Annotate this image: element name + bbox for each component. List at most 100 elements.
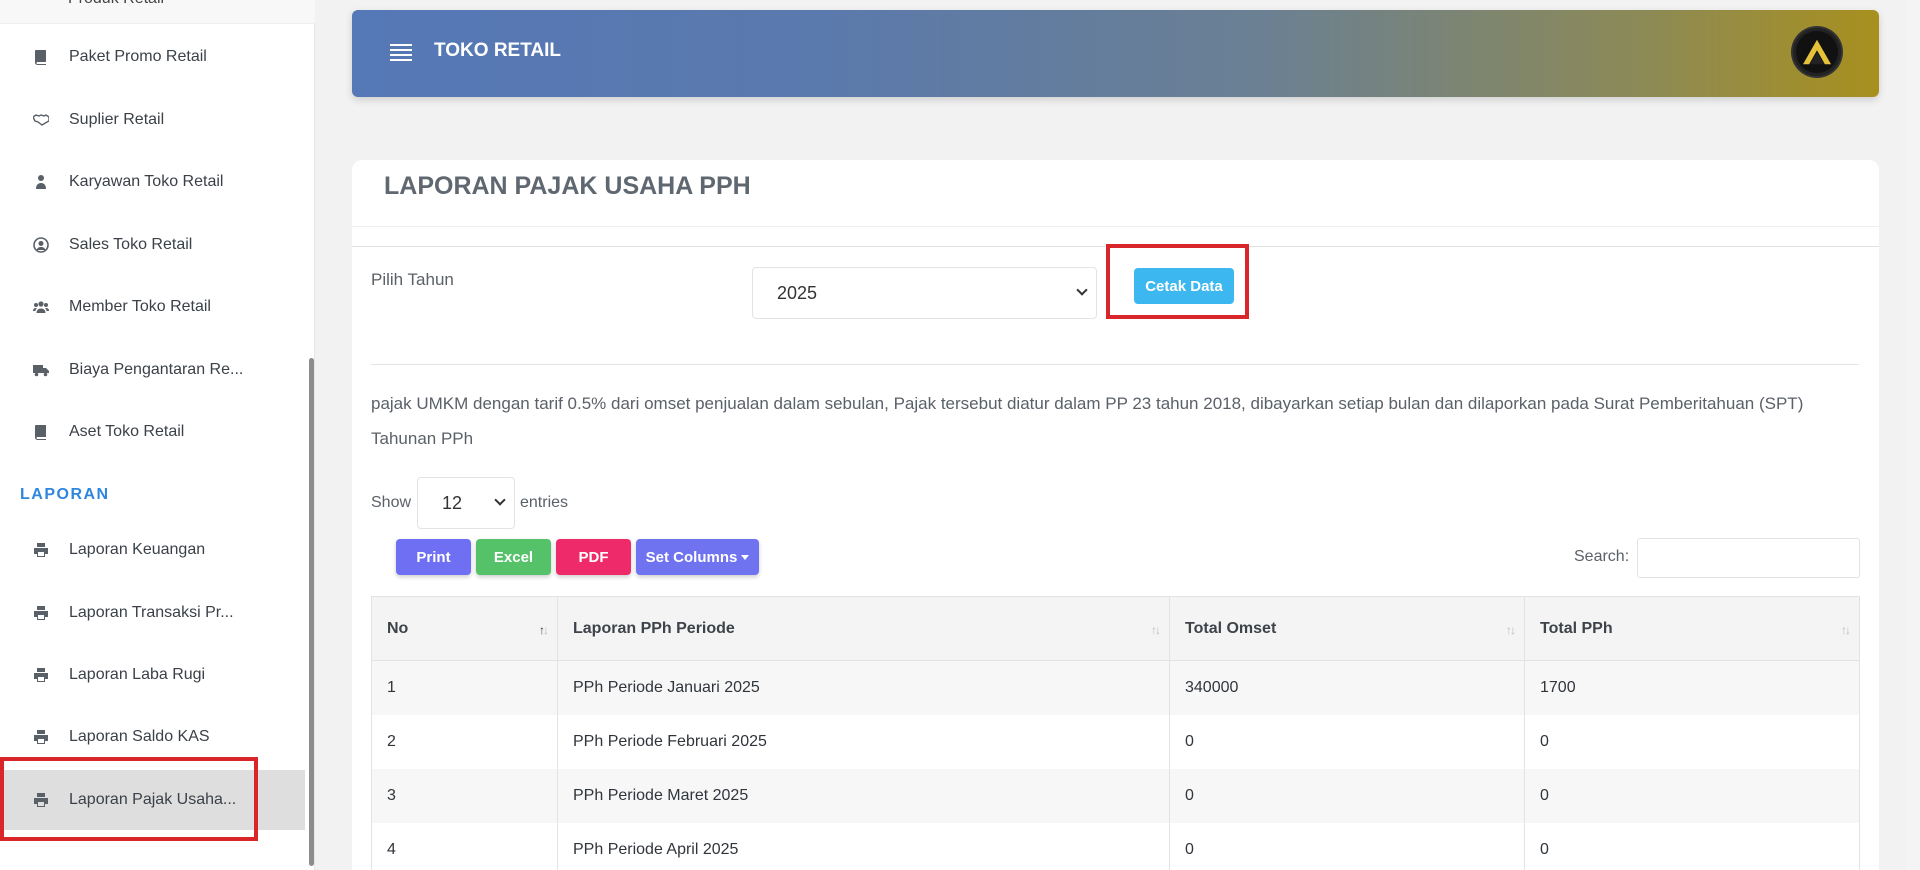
cell-total-pph: 0: [1524, 768, 1860, 823]
cell-periode: PPh Periode April 2025: [557, 822, 1170, 870]
pph-table: No ↑↓ Laporan PPh Periode ↑↓ Total Omset ↑↓…: [371, 596, 1860, 870]
sidebar-item-produk-retail[interactable]: Produk Retail: [0, 0, 315, 24]
cell-periode: PPh Periode Maret 2025: [557, 768, 1170, 823]
print-icon: [32, 541, 50, 559]
users-icon: [32, 298, 50, 316]
divider: [352, 246, 1879, 247]
sidebar-item-label: Aset Toko Retail: [69, 423, 185, 440]
column-header-total-pph[interactable]: Total PPh ↑↓: [1524, 596, 1860, 661]
year-select[interactable]: 2025: [752, 267, 1097, 319]
print-icon: [32, 666, 50, 684]
sidebar-item-biaya-pengantaran[interactable]: Biaya Pengantaran Re...: [0, 340, 305, 400]
column-header-label: Total Omset: [1185, 619, 1277, 637]
sort-icon: ↑↓: [1841, 623, 1851, 637]
user-circle-icon: [32, 236, 50, 254]
sort-asc-icon: ↑↓: [539, 623, 549, 637]
sidebar-item-label: Sales Toko Retail: [69, 236, 193, 253]
cell-total-pph: 0: [1524, 714, 1860, 769]
cell-total-omset: 340000: [1169, 660, 1525, 715]
sidebar-item-sales[interactable]: Sales Toko Retail: [0, 215, 305, 275]
sidebar: Produk Retail Paket Promo Retail Suplier…: [0, 0, 315, 870]
cell-no: 1: [371, 660, 558, 715]
divider: [352, 226, 1879, 227]
avatar[interactable]: [1793, 28, 1841, 76]
sidebar-item-laporan-pajak-usaha[interactable]: Laporan Pajak Usaha...: [0, 770, 305, 830]
cetak-data-button[interactable]: Cetak Data: [1134, 268, 1234, 304]
sidebar-scrollbar[interactable]: [309, 358, 314, 866]
print-icon: [32, 604, 50, 622]
cell-no: 2: [371, 714, 558, 769]
search-input[interactable]: [1637, 538, 1860, 578]
hamburger-menu-icon[interactable]: [390, 44, 412, 62]
top-header: TOKO RETAIL: [352, 10, 1879, 97]
sidebar-item-label: Laporan Pajak Usaha...: [69, 791, 237, 808]
cell-total-omset: 0: [1169, 822, 1525, 870]
tax-description: pajak UMKM dengan tarif 0.5% dari omset …: [371, 394, 1804, 448]
table-row: 1 PPh Periode Januari 2025 340000 1700: [371, 660, 1860, 715]
handshake-icon: [32, 111, 50, 129]
logo-icon: [1803, 39, 1831, 65]
column-header-total-omset[interactable]: Total Omset ↑↓: [1169, 596, 1525, 661]
excel-button[interactable]: Excel: [476, 539, 551, 575]
sidebar-item-label: Biaya Pengantaran Re...: [69, 361, 244, 378]
page-title: LAPORAN PAJAK USAHA PPH: [384, 172, 751, 200]
sidebar-item-label: Laporan Keuangan: [69, 541, 206, 558]
sidebar-item-label: Laporan Saldo KAS: [69, 728, 210, 745]
sidebar-item-label: Laporan Transaksi Pr...: [69, 604, 234, 621]
sidebar-item-laporan-laba-rugi[interactable]: Laporan Laba Rugi: [0, 645, 305, 705]
column-header-periode[interactable]: Laporan PPh Periode ↑↓: [557, 596, 1170, 661]
column-header-label: Total PPh: [1540, 619, 1613, 637]
sidebar-item-aset[interactable]: Aset Toko Retail: [0, 402, 305, 462]
sidebar-item-member[interactable]: Member Toko Retail: [0, 277, 305, 337]
sidebar-item-label: Laporan Laba Rugi: [69, 666, 206, 683]
report-card: LAPORAN PAJAK USAHA PPH Pilih Tahun 2025…: [352, 160, 1879, 870]
search-label: Search:: [1574, 548, 1630, 565]
table-row: 3 PPh Periode Maret 2025 0 0: [371, 768, 1860, 823]
column-header-label: Laporan PPh Periode: [573, 619, 735, 637]
sidebar-item-laporan-saldo-kas[interactable]: Laporan Saldo KAS: [0, 707, 305, 767]
cell-periode: PPh Periode Januari 2025: [557, 660, 1170, 715]
entries-select[interactable]: 12: [417, 477, 515, 529]
entries-label: entries: [520, 494, 569, 511]
sidebar-item-karyawan[interactable]: Karyawan Toko Retail: [0, 152, 305, 212]
chevron-down-icon: [1076, 284, 1088, 296]
divider: [371, 364, 1859, 365]
column-header-label: No: [387, 619, 409, 637]
table-row: 4 PPh Periode April 2025 0 0: [371, 822, 1860, 870]
set-columns-button[interactable]: Set Columns: [636, 539, 759, 575]
sidebar-item-paket-promo[interactable]: Paket Promo Retail: [0, 27, 305, 87]
cell-total-omset: 0: [1169, 714, 1525, 769]
pdf-button[interactable]: PDF: [556, 539, 631, 575]
print-icon: [32, 791, 50, 809]
sidebar-item-label: Member Toko Retail: [69, 298, 211, 315]
sidebar-item-label: Produk Retail: [68, 0, 164, 8]
sidebar-item-laporan-keuangan[interactable]: Laporan Keuangan: [0, 520, 305, 580]
set-columns-label: Set Columns: [645, 548, 738, 566]
print-button[interactable]: Print: [396, 539, 471, 575]
chevron-down-icon: [494, 494, 506, 506]
year-select-value: 2025: [777, 282, 818, 303]
page-scrollbar[interactable]: [1906, 0, 1920, 870]
show-label: Show: [371, 494, 412, 511]
cell-total-pph: 1700: [1524, 660, 1860, 715]
user-tie-icon: [32, 173, 50, 191]
sidebar-section-laporan: LAPORAN: [20, 486, 110, 503]
sidebar-item-label: Suplier Retail: [69, 111, 165, 128]
sort-icon: ↑↓: [1151, 623, 1161, 637]
caret-down-icon: [741, 554, 750, 560]
book-icon: [32, 423, 50, 441]
truck-icon: [32, 361, 50, 379]
print-icon: [32, 728, 50, 746]
sort-icon: ↑↓: [1506, 623, 1516, 637]
sidebar-item-label: Karyawan Toko Retail: [69, 173, 224, 190]
sidebar-item-laporan-transaksi[interactable]: Laporan Transaksi Pr...: [0, 583, 305, 643]
table-header-row: No ↑↓ Laporan PPh Periode ↑↓ Total Omset ↑↓…: [371, 596, 1860, 661]
column-header-no[interactable]: No ↑↓: [371, 596, 558, 661]
cell-periode: PPh Periode Februari 2025: [557, 714, 1170, 769]
table-row: 2 PPh Periode Februari 2025 0 0: [371, 714, 1860, 769]
sidebar-item-suplier[interactable]: Suplier Retail: [0, 90, 305, 150]
app-title: TOKO RETAIL: [434, 40, 562, 61]
sidebar-item-label: Paket Promo Retail: [69, 48, 207, 65]
cell-no: 3: [371, 768, 558, 823]
book-icon: [32, 48, 50, 66]
